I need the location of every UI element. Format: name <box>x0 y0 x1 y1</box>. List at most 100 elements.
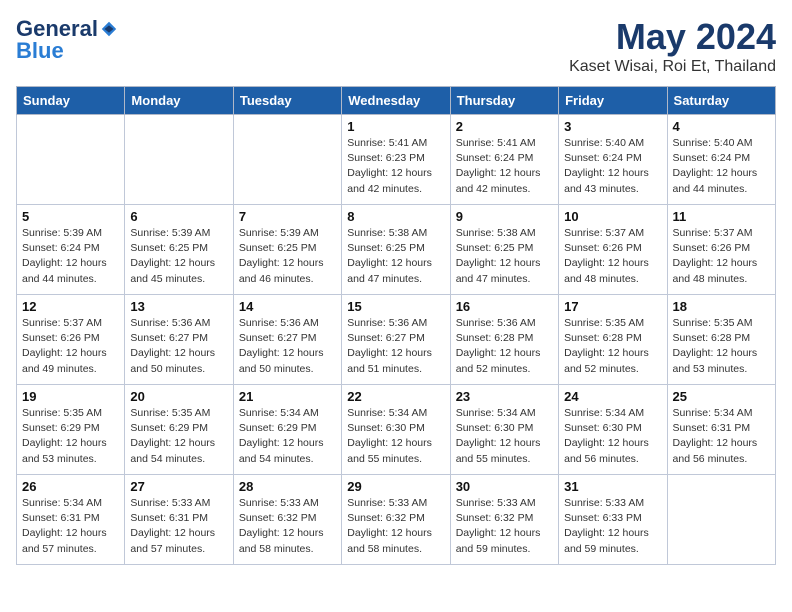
calendar-cell: 21Sunrise: 5:34 AM Sunset: 6:29 PM Dayli… <box>233 385 341 475</box>
day-info: Sunrise: 5:33 AM Sunset: 6:33 PM Dayligh… <box>564 496 661 557</box>
calendar-cell: 30 Sunrise: 5:33 AM Sunset: 6:32 PM Dayli… <box>450 475 558 565</box>
day-info: Sunrise: 5:39 AM Sunset: 6:25 PM Dayligh… <box>130 226 227 287</box>
day-info: Sunrise: 5:36 AM Sunset: 6:28 PM Dayligh… <box>456 316 553 377</box>
calendar-cell: 22 Sunrise: 5:34 AM Sunset: 6:30 PM Dayli… <box>342 385 450 475</box>
title-block: May 2024 Kaset Wisai, Roi Et, Thailand <box>569 16 776 76</box>
weekday-thursday: Thursday <box>450 87 558 115</box>
day-number: 20 <box>130 389 227 404</box>
day-number: 13 <box>130 299 227 314</box>
calendar-cell: 26 Sunrise: 5:34 AM Sunset: 6:31 PM Dayli… <box>17 475 125 565</box>
day-number: 19 <box>22 389 119 404</box>
calendar-cell: 23 Sunrise: 5:34 AM Sunset: 6:30 PM Dayli… <box>450 385 558 475</box>
day-info: Sunrise: 5:34 AM Sunset: 6:30 PM Dayligh… <box>347 406 444 467</box>
calendar-cell: 6 Sunrise: 5:39 AM Sunset: 6:25 PM Daylig… <box>125 205 233 295</box>
day-info: Sunrise: 5:35 AM Sunset: 6:28 PM Dayligh… <box>673 316 770 377</box>
week-row-2: 5 Sunrise: 5:39 AM Sunset: 6:24 PM Daylig… <box>17 205 776 295</box>
day-info: Sunrise: 5:39 AM Sunset: 6:24 PM Dayligh… <box>22 226 119 287</box>
day-info: Sunrise: 5:33 AM Sunset: 6:32 PM Dayligh… <box>347 496 444 557</box>
day-number: 27 <box>130 479 227 494</box>
day-number: 6 <box>130 209 227 224</box>
day-info: Sunrise: 5:34 AM Sunset: 6:30 PM Dayligh… <box>456 406 553 467</box>
day-info: Sunrise: 5:38 AM Sunset: 6:25 PM Dayligh… <box>347 226 444 287</box>
calendar-cell: 10Sunrise: 5:37 AM Sunset: 6:26 PM Dayli… <box>559 205 667 295</box>
logo: General Blue <box>16 16 118 64</box>
day-number: 4 <box>673 119 770 134</box>
day-number: 23 <box>456 389 553 404</box>
week-row-5: 26 Sunrise: 5:34 AM Sunset: 6:31 PM Dayli… <box>17 475 776 565</box>
calendar-cell: 29Sunrise: 5:33 AM Sunset: 6:32 PM Dayli… <box>342 475 450 565</box>
day-info: Sunrise: 5:35 AM Sunset: 6:29 PM Dayligh… <box>130 406 227 467</box>
calendar-cell: 13 Sunrise: 5:36 AM Sunset: 6:27 PM Dayli… <box>125 295 233 385</box>
day-info: Sunrise: 5:36 AM Sunset: 6:27 PM Dayligh… <box>239 316 336 377</box>
calendar-cell: 5 Sunrise: 5:39 AM Sunset: 6:24 PM Daylig… <box>17 205 125 295</box>
calendar-cell: 24Sunrise: 5:34 AM Sunset: 6:30 PM Dayli… <box>559 385 667 475</box>
day-number: 25 <box>673 389 770 404</box>
day-info: Sunrise: 5:37 AM Sunset: 6:26 PM Dayligh… <box>22 316 119 377</box>
day-number: 26 <box>22 479 119 494</box>
day-number: 12 <box>22 299 119 314</box>
calendar-cell: 16 Sunrise: 5:36 AM Sunset: 6:28 PM Dayli… <box>450 295 558 385</box>
calendar-cell: 7Sunrise: 5:39 AM Sunset: 6:25 PM Daylig… <box>233 205 341 295</box>
day-info: Sunrise: 5:38 AM Sunset: 6:25 PM Dayligh… <box>456 226 553 287</box>
weekday-header-row: SundayMondayTuesdayWednesdayThursdayFrid… <box>17 87 776 115</box>
calendar-cell <box>125 115 233 205</box>
calendar-cell: 4 Sunrise: 5:40 AM Sunset: 6:24 PM Daylig… <box>667 115 775 205</box>
day-info: Sunrise: 5:41 AM Sunset: 6:23 PM Dayligh… <box>347 136 444 197</box>
day-info: Sunrise: 5:36 AM Sunset: 6:27 PM Dayligh… <box>347 316 444 377</box>
day-number: 8 <box>347 209 444 224</box>
day-number: 1 <box>347 119 444 134</box>
calendar-cell: 2 Sunrise: 5:41 AM Sunset: 6:24 PM Daylig… <box>450 115 558 205</box>
location-title: Kaset Wisai, Roi Et, Thailand <box>569 58 776 76</box>
day-info: Sunrise: 5:33 AM Sunset: 6:31 PM Dayligh… <box>130 496 227 557</box>
day-number: 18 <box>673 299 770 314</box>
calendar-cell: 9Sunrise: 5:38 AM Sunset: 6:25 PM Daylig… <box>450 205 558 295</box>
day-number: 16 <box>456 299 553 314</box>
week-row-4: 19 Sunrise: 5:35 AM Sunset: 6:29 PM Dayli… <box>17 385 776 475</box>
day-info: Sunrise: 5:34 AM Sunset: 6:31 PM Dayligh… <box>673 406 770 467</box>
weekday-wednesday: Wednesday <box>342 87 450 115</box>
calendar-cell: 20 Sunrise: 5:35 AM Sunset: 6:29 PM Dayli… <box>125 385 233 475</box>
calendar-cell <box>667 475 775 565</box>
calendar-cell: 31 Sunrise: 5:33 AM Sunset: 6:33 PM Dayli… <box>559 475 667 565</box>
day-number: 31 <box>564 479 661 494</box>
calendar-cell: 1 Sunrise: 5:41 AM Sunset: 6:23 PM Daylig… <box>342 115 450 205</box>
calendar-cell: 28 Sunrise: 5:33 AM Sunset: 6:32 PM Dayli… <box>233 475 341 565</box>
day-number: 30 <box>456 479 553 494</box>
calendar-cell <box>17 115 125 205</box>
day-info: Sunrise: 5:34 AM Sunset: 6:30 PM Dayligh… <box>564 406 661 467</box>
day-number: 5 <box>22 209 119 224</box>
day-info: Sunrise: 5:33 AM Sunset: 6:32 PM Dayligh… <box>239 496 336 557</box>
logo-blue-text: Blue <box>16 38 64 64</box>
day-number: 22 <box>347 389 444 404</box>
day-number: 2 <box>456 119 553 134</box>
day-info: Sunrise: 5:40 AM Sunset: 6:24 PM Dayligh… <box>673 136 770 197</box>
calendar-cell: 27 Sunrise: 5:33 AM Sunset: 6:31 PM Dayli… <box>125 475 233 565</box>
day-number: 28 <box>239 479 336 494</box>
calendar-cell: 12 Sunrise: 5:37 AM Sunset: 6:26 PM Dayli… <box>17 295 125 385</box>
calendar-cell: 25 Sunrise: 5:34 AM Sunset: 6:31 PM Dayli… <box>667 385 775 475</box>
day-info: Sunrise: 5:37 AM Sunset: 6:26 PM Dayligh… <box>673 226 770 287</box>
day-number: 14 <box>239 299 336 314</box>
day-info: Sunrise: 5:35 AM Sunset: 6:28 PM Dayligh… <box>564 316 661 377</box>
calendar-cell: 17Sunrise: 5:35 AM Sunset: 6:28 PM Dayli… <box>559 295 667 385</box>
day-info: Sunrise: 5:41 AM Sunset: 6:24 PM Dayligh… <box>456 136 553 197</box>
logo-icon <box>100 20 118 38</box>
day-info: Sunrise: 5:35 AM Sunset: 6:29 PM Dayligh… <box>22 406 119 467</box>
day-number: 11 <box>673 209 770 224</box>
calendar-cell <box>233 115 341 205</box>
day-number: 15 <box>347 299 444 314</box>
weekday-sunday: Sunday <box>17 87 125 115</box>
calendar-cell: 3Sunrise: 5:40 AM Sunset: 6:24 PM Daylig… <box>559 115 667 205</box>
weekday-tuesday: Tuesday <box>233 87 341 115</box>
day-number: 3 <box>564 119 661 134</box>
calendar-cell: 15 Sunrise: 5:36 AM Sunset: 6:27 PM Dayli… <box>342 295 450 385</box>
calendar-cell: 18 Sunrise: 5:35 AM Sunset: 6:28 PM Dayli… <box>667 295 775 385</box>
day-info: Sunrise: 5:36 AM Sunset: 6:27 PM Dayligh… <box>130 316 227 377</box>
day-info: Sunrise: 5:34 AM Sunset: 6:31 PM Dayligh… <box>22 496 119 557</box>
day-number: 7 <box>239 209 336 224</box>
weekday-friday: Friday <box>559 87 667 115</box>
day-info: Sunrise: 5:34 AM Sunset: 6:29 PM Dayligh… <box>239 406 336 467</box>
day-number: 10 <box>564 209 661 224</box>
weekday-monday: Monday <box>125 87 233 115</box>
day-info: Sunrise: 5:33 AM Sunset: 6:32 PM Dayligh… <box>456 496 553 557</box>
